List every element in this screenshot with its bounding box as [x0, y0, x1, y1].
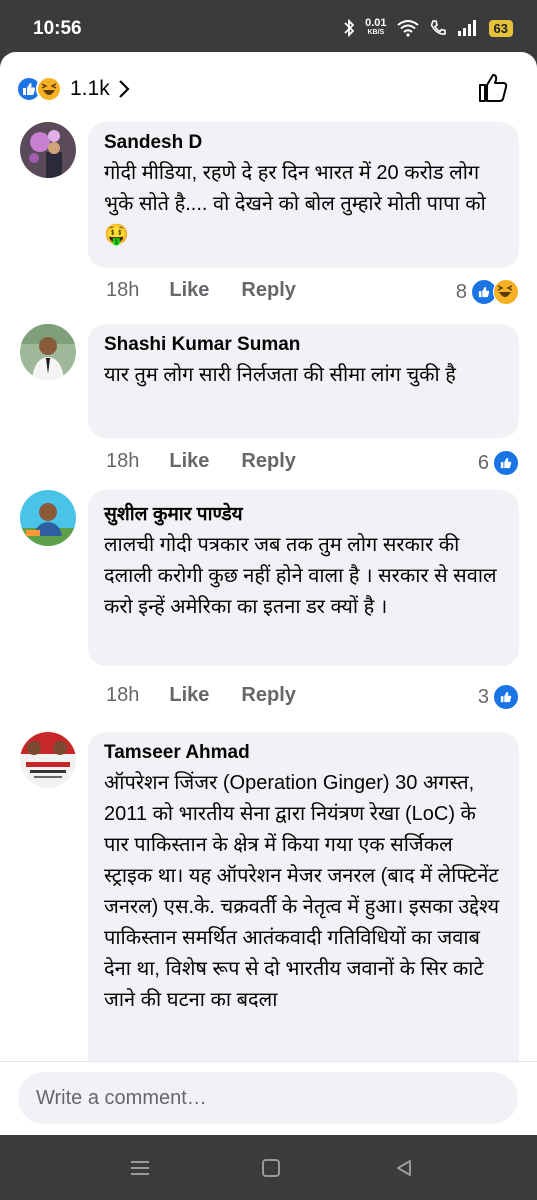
comment-actions: 18h Like Reply — [106, 450, 296, 473]
home-square-icon — [262, 1159, 280, 1177]
comment-author[interactable]: सुशील कुमार पाण्डेय — [104, 500, 503, 526]
avatar[interactable] — [20, 324, 76, 380]
avatar[interactable] — [20, 490, 76, 546]
comment-reaction-count: 6 — [477, 451, 489, 474]
comment-bubble[interactable]: सुशील कुमार पाण्डेय लालची गोदी पत्रकार ज… — [88, 490, 519, 666]
reply-button[interactable]: Reply — [241, 684, 295, 707]
wifi-call-icon — [430, 20, 446, 35]
like-icon — [493, 684, 519, 710]
comment-reaction-count: 8 — [455, 280, 467, 303]
comment-bubble[interactable]: Shashi Kumar Suman यार तुम लोग सारी निर्… — [88, 324, 519, 438]
like-comment-button[interactable]: Like — [169, 450, 209, 473]
menu-icon — [131, 1161, 149, 1175]
like-comment-button[interactable]: Like — [169, 684, 209, 707]
comment-text: ऑपरेशन जिंजर (Operation Ginger) 30 अगस्त… — [104, 772, 500, 1011]
comment-reactions[interactable]: 8 — [456, 279, 519, 305]
recent-apps-button[interactable] — [125, 1153, 155, 1183]
comment-text: गोदी मीडिया, रहणे दे हर दिन भारत में 20 … — [104, 162, 486, 246]
like-post-button[interactable] — [477, 72, 509, 109]
avatar[interactable] — [20, 732, 76, 788]
haha-icon — [493, 279, 519, 305]
back-button[interactable] — [389, 1153, 419, 1183]
reply-button[interactable]: Reply — [241, 450, 295, 473]
reactions-summary[interactable]: 1.1k — [16, 74, 130, 104]
comment-author[interactable]: Shashi Kumar Suman — [104, 334, 503, 356]
like-comment-button[interactable]: Like — [169, 279, 209, 302]
avatar[interactable] — [20, 122, 76, 178]
signal-icon — [457, 20, 476, 36]
reaction-count: 1.1k — [70, 77, 110, 100]
comment-actions: 18h Like Reply — [106, 684, 296, 707]
comment-bubble[interactable]: Tamseer Ahmad ऑपरेशन जिंजर (Operation Gi… — [88, 732, 519, 1112]
comment-actions: 18h Like Reply — [106, 279, 296, 302]
back-triangle-icon — [397, 1160, 411, 1176]
comment-time[interactable]: 18h — [106, 450, 139, 473]
system-navigation-bar — [0, 1135, 537, 1200]
bluetooth-icon — [344, 19, 355, 37]
status-bar: 10:56 0.01 KB/S 63 — [0, 0, 537, 56]
comment-reactions[interactable]: 3 — [478, 684, 519, 710]
comment-time[interactable]: 18h — [106, 279, 139, 302]
comment-author[interactable]: Sandesh D — [104, 132, 503, 154]
comment-author[interactable]: Tamseer Ahmad — [104, 742, 503, 764]
wifi-icon — [396, 20, 419, 37]
like-icon — [493, 450, 519, 476]
status-time: 10:56 — [33, 18, 82, 39]
chevron-right-icon — [118, 80, 130, 98]
comment-reaction-count: 3 — [477, 685, 489, 708]
comment-text: यार तुम लोग सारी निर्लजता की सीमा लांग च… — [104, 364, 456, 386]
comment-composer — [0, 1061, 537, 1136]
comment-reactions[interactable]: 6 — [478, 450, 519, 476]
comment-text: लालची गोदी पत्रकार जब तक तुम लोग सरकार क… — [104, 534, 497, 618]
network-speed-unit: KB/S — [367, 29, 385, 36]
thumbs-up-icon — [479, 74, 508, 102]
status-icons: 0.01 KB/S 63 — [343, 14, 513, 42]
home-button[interactable] — [256, 1153, 286, 1183]
comments-sheet: 1.1k Sandesh D गोदी मीडिया, रहणे दे हर द… — [0, 52, 537, 1135]
haha-icon — [36, 76, 62, 102]
reply-button[interactable]: Reply — [241, 279, 295, 302]
reaction-icons — [16, 75, 66, 103]
comment-time[interactable]: 18h — [106, 684, 139, 707]
comment-input[interactable] — [18, 1072, 518, 1124]
comment-bubble[interactable]: Sandesh D गोदी मीडिया, रहणे दे हर दिन भा… — [88, 122, 519, 268]
battery-indicator: 63 — [488, 19, 513, 37]
network-speed: 0.01 KB/S — [365, 18, 386, 38]
